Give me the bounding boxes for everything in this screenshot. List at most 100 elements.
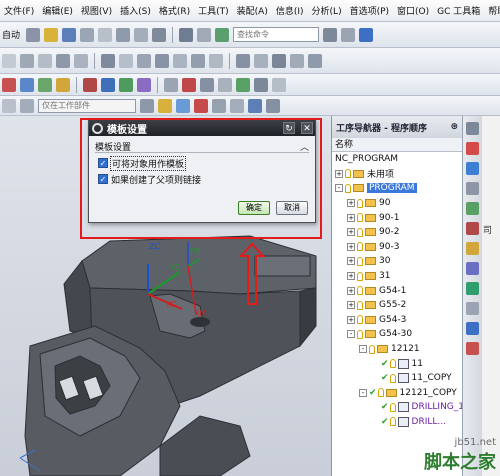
rectangle-select-icon[interactable] bbox=[230, 98, 244, 113]
expand-icon[interactable]: + bbox=[347, 257, 355, 266]
menu-edit[interactable]: 编辑(E) bbox=[38, 4, 77, 17]
tree-row[interactable]: +30 bbox=[332, 254, 462, 269]
save-icon[interactable] bbox=[62, 27, 77, 42]
unite-icon[interactable] bbox=[137, 53, 151, 68]
resource-tab-icon[interactable] bbox=[466, 122, 479, 135]
edge-blend-icon[interactable] bbox=[101, 53, 115, 68]
tree-row[interactable]: +90-3 bbox=[332, 240, 462, 255]
pin-icon[interactable] bbox=[98, 27, 113, 42]
open-icon[interactable] bbox=[44, 27, 59, 42]
dropdown-icon[interactable] bbox=[20, 98, 34, 113]
expand-icon[interactable]: + bbox=[347, 286, 355, 295]
column-header-name[interactable]: 名称 bbox=[332, 138, 462, 152]
cube-icon[interactable] bbox=[359, 27, 374, 42]
sketch-icon[interactable] bbox=[2, 53, 16, 68]
pattern-icon[interactable] bbox=[308, 53, 322, 68]
resource-tab-icon[interactable] bbox=[466, 222, 479, 235]
expand-icon[interactable]: + bbox=[347, 228, 355, 237]
expand-icon[interactable]: + bbox=[347, 213, 355, 222]
snap-point-icon[interactable] bbox=[158, 98, 172, 113]
display-icon[interactable] bbox=[164, 77, 178, 92]
undo-icon[interactable] bbox=[179, 27, 194, 42]
tree-row[interactable]: +90-2 bbox=[332, 225, 462, 240]
fit-icon[interactable] bbox=[254, 77, 268, 92]
chamfer-icon[interactable] bbox=[119, 53, 133, 68]
tree-row[interactable]: + G54-3 bbox=[332, 313, 462, 328]
tree-row[interactable]: - 12121 bbox=[332, 342, 462, 357]
postprocess-icon[interactable] bbox=[137, 77, 151, 92]
collapse-icon[interactable]: - bbox=[335, 184, 343, 193]
body-icon[interactable] bbox=[266, 98, 280, 113]
boss-icon[interactable] bbox=[74, 53, 88, 68]
menu-insert[interactable]: 插入(S) bbox=[116, 4, 155, 17]
menu-tools[interactable]: 工具(T) bbox=[194, 4, 233, 17]
trim-body-icon[interactable] bbox=[173, 53, 187, 68]
save-as-icon[interactable] bbox=[80, 27, 95, 42]
point-icon[interactable] bbox=[236, 53, 250, 68]
arc-icon[interactable] bbox=[209, 53, 223, 68]
expand-icon[interactable]: + bbox=[347, 301, 355, 310]
create-program-icon[interactable] bbox=[2, 77, 16, 92]
resource-tab-icon[interactable] bbox=[466, 142, 479, 155]
dropdown-icon[interactable] bbox=[140, 98, 154, 113]
extrude-icon[interactable] bbox=[20, 53, 34, 68]
layer-icon[interactable] bbox=[218, 77, 232, 92]
expand-icon[interactable]: + bbox=[347, 315, 355, 324]
selection-scope-input[interactable] bbox=[38, 98, 136, 113]
menu-help[interactable]: 帮助(H) bbox=[484, 4, 500, 17]
settings-icon[interactable] bbox=[341, 27, 356, 42]
menu-window[interactable]: 窗口(O) bbox=[393, 4, 433, 17]
menu-format[interactable]: 格式(R) bbox=[155, 4, 194, 17]
view-icon[interactable] bbox=[200, 77, 214, 92]
create-geometry-icon[interactable] bbox=[38, 77, 52, 92]
resource-tab-icon[interactable] bbox=[466, 322, 479, 335]
selection-mode-label[interactable]: 自动 bbox=[2, 28, 20, 41]
resource-tab-icon[interactable] bbox=[466, 202, 479, 215]
collapse-icon[interactable]: - bbox=[359, 345, 367, 354]
line-icon[interactable] bbox=[191, 53, 205, 68]
verify-toolpath-icon[interactable] bbox=[119, 77, 133, 92]
tree-row[interactable]: + 未用项 bbox=[332, 167, 462, 182]
delete-icon[interactable] bbox=[152, 27, 167, 42]
type-filter-icon[interactable] bbox=[2, 98, 16, 113]
tree-row[interactable]: ✔ 11 bbox=[332, 356, 462, 371]
create-tool-icon[interactable] bbox=[20, 77, 34, 92]
selection-icon[interactable] bbox=[176, 98, 190, 113]
component-icon[interactable] bbox=[194, 98, 208, 113]
resource-tab-icon[interactable] bbox=[466, 282, 479, 295]
tree-row[interactable]: ✔ DRILLING_1 bbox=[332, 400, 464, 415]
cut-icon[interactable] bbox=[116, 27, 131, 42]
tree-row[interactable]: - G54-30 bbox=[332, 327, 462, 342]
snap-icon[interactable] bbox=[182, 77, 196, 92]
menu-gc-toolkit[interactable]: GC 工具箱 bbox=[433, 4, 484, 17]
zoom-icon[interactable] bbox=[272, 77, 286, 92]
collapse-icon[interactable]: - bbox=[347, 330, 355, 339]
plane-icon[interactable] bbox=[254, 53, 268, 68]
create-operation-icon[interactable] bbox=[83, 77, 97, 92]
revolve-icon[interactable] bbox=[38, 53, 52, 68]
dropdown-icon[interactable] bbox=[212, 98, 226, 113]
tree-row[interactable]: ✔ 11_COPY bbox=[332, 371, 462, 386]
tree-row[interactable]: ✔ DRILL... bbox=[332, 415, 462, 430]
new-icon[interactable] bbox=[26, 27, 41, 42]
tree-row[interactable]: +90-1 bbox=[332, 210, 462, 225]
resource-tab-icon[interactable] bbox=[466, 302, 479, 315]
resource-tab-icon[interactable] bbox=[466, 162, 479, 175]
menu-analysis[interactable]: 分析(L) bbox=[308, 4, 346, 17]
tree-row[interactable]: + G55-2 bbox=[332, 298, 462, 313]
menu-preferences[interactable]: 首选项(P) bbox=[346, 4, 393, 17]
menu-information[interactable]: 信息(I) bbox=[272, 4, 308, 17]
command-finder-icon[interactable] bbox=[215, 27, 230, 42]
generate-toolpath-icon[interactable] bbox=[101, 77, 115, 92]
menu-view[interactable]: 视图(V) bbox=[77, 4, 116, 17]
tree-row[interactable]: +31 bbox=[332, 269, 462, 284]
mirror-icon[interactable] bbox=[290, 53, 304, 68]
tree-row[interactable]: - ✔ 12121_COPY bbox=[332, 386, 462, 401]
menu-file[interactable]: 文件(F) bbox=[0, 4, 38, 17]
tree-root[interactable]: NC_PROGRAM bbox=[332, 152, 462, 167]
copy-icon[interactable] bbox=[134, 27, 149, 42]
redo-icon[interactable] bbox=[197, 27, 212, 42]
tree-row[interactable]: +90 bbox=[332, 196, 462, 211]
expand-icon[interactable]: + bbox=[347, 199, 355, 208]
pin-icon[interactable]: ⊛ bbox=[450, 122, 458, 132]
